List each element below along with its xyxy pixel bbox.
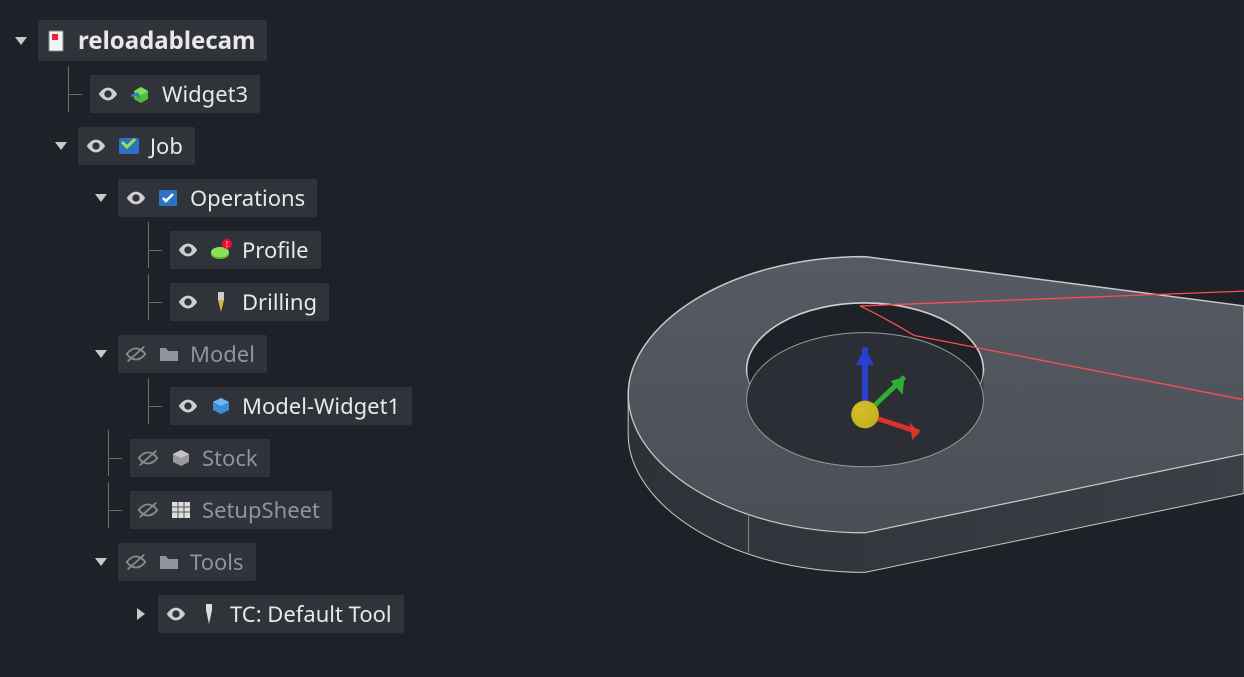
- expand-toggle-tools[interactable]: [90, 551, 112, 573]
- tree-item-defaulttool[interactable]: TC: Default Tool: [158, 595, 404, 633]
- visibility-toggle[interactable]: [176, 394, 200, 418]
- tree-item-label: Profile: [242, 235, 309, 265]
- tree-item-tools[interactable]: Tools: [118, 543, 256, 581]
- tree-item-job[interactable]: Job: [78, 127, 195, 165]
- 3d-viewport[interactable]: [490, 0, 1244, 677]
- tree-item-label: TC: Default Tool: [230, 599, 392, 629]
- tree-item-label: Operations: [190, 183, 305, 213]
- tree-item-label: SetupSheet: [202, 495, 320, 525]
- tree-item-root[interactable]: reloadablecam: [38, 20, 267, 61]
- tree-item-label: Model-Widget1: [242, 391, 400, 421]
- spreadsheet-icon: [168, 497, 194, 523]
- visibility-toggle[interactable]: [136, 498, 160, 522]
- tree-item-label: Model: [190, 339, 255, 369]
- visibility-toggle[interactable]: [124, 186, 148, 210]
- tree-item-drilling[interactable]: Drilling: [170, 283, 329, 321]
- expand-toggle-operations[interactable]: [90, 187, 112, 209]
- tree-item-label: Drilling: [242, 287, 317, 317]
- expand-toggle-root[interactable]: [10, 30, 32, 52]
- job-icon: [116, 133, 142, 159]
- part-icon: [128, 81, 154, 107]
- tree-item-label: Job: [150, 131, 183, 161]
- svg-text:!: !: [226, 239, 228, 250]
- document-icon: [44, 28, 70, 54]
- operations-icon: [156, 185, 182, 211]
- visibility-toggle[interactable]: [136, 446, 160, 470]
- visibility-toggle[interactable]: [176, 290, 200, 314]
- visibility-toggle[interactable]: [176, 238, 200, 262]
- tree-item-profile[interactable]: ! Profile: [170, 231, 321, 269]
- visibility-toggle[interactable]: [124, 550, 148, 574]
- folder-icon: [156, 341, 182, 367]
- body-icon: [208, 393, 234, 419]
- visibility-toggle[interactable]: [84, 134, 108, 158]
- profile-op-icon: !: [208, 237, 234, 263]
- tree-item-modelwidget1[interactable]: Model-Widget1: [170, 387, 412, 425]
- tree-item-label: reloadablecam: [78, 24, 255, 57]
- tool-icon: [196, 601, 222, 627]
- model-tree[interactable]: reloadablecam Widget3: [0, 0, 490, 677]
- expand-toggle-model[interactable]: [90, 343, 112, 365]
- drill-op-icon: [208, 289, 234, 315]
- tree-item-label: Widget3: [162, 79, 248, 109]
- model-render: [490, 0, 1244, 668]
- tree-item-label: Tools: [190, 547, 244, 577]
- expand-toggle-job[interactable]: [50, 135, 72, 157]
- tree-item-operations[interactable]: Operations: [118, 179, 317, 217]
- tree-item-label: Stock: [202, 443, 258, 473]
- visibility-toggle[interactable]: [96, 82, 120, 106]
- tree-item-model[interactable]: Model: [118, 335, 267, 373]
- tree-item-setupsheet[interactable]: SetupSheet: [130, 491, 332, 529]
- tree-item-widget3[interactable]: Widget3: [90, 75, 260, 113]
- folder-icon: [156, 549, 182, 575]
- stock-icon: [168, 445, 194, 471]
- tree-item-stock[interactable]: Stock: [130, 439, 270, 477]
- visibility-toggle[interactable]: [124, 342, 148, 366]
- expand-toggle-defaulttool[interactable]: [130, 603, 152, 625]
- visibility-toggle[interactable]: [164, 602, 188, 626]
